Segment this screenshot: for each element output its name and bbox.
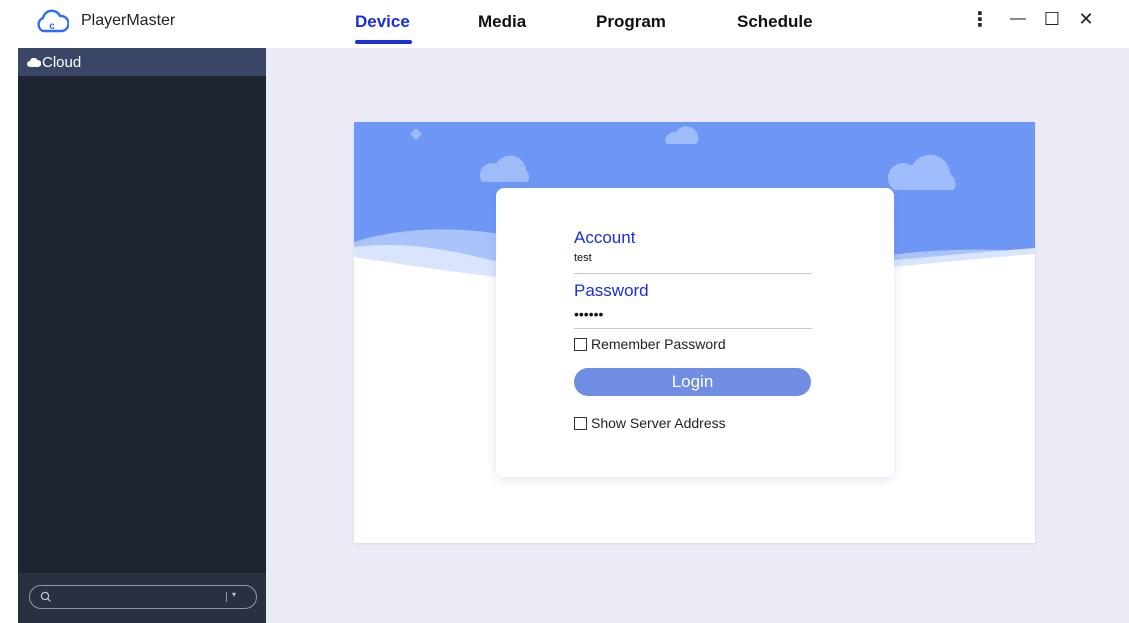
svg-text:c: c	[49, 21, 55, 32]
search-divider	[226, 592, 227, 602]
account-underline	[574, 273, 812, 274]
password-underline	[574, 328, 812, 329]
main-area: Account Password •••••• Remember Passwor…	[266, 48, 1129, 623]
password-field[interactable]: ••••••	[574, 306, 812, 322]
sidebar: Cloud ▾	[18, 48, 266, 623]
cloud-icon	[27, 58, 41, 67]
show-server-address-checkbox[interactable]: Show Server Address	[574, 415, 726, 431]
remember-password-label: Remember Password	[591, 336, 726, 352]
search-box[interactable]: ▾	[29, 585, 257, 609]
more-options-icon[interactable]: ⋮	[965, 6, 995, 32]
sidebar-item-cloud[interactable]: Cloud	[18, 48, 266, 76]
remember-password-checkbox[interactable]: Remember Password	[574, 336, 726, 352]
maximize-icon[interactable]: ☐	[1037, 6, 1067, 32]
login-card: Account Password •••••• Remember Passwor…	[496, 188, 894, 477]
chevron-down-icon[interactable]: ▾	[232, 590, 236, 599]
show-server-address-label: Show Server Address	[591, 415, 726, 431]
checkbox-icon[interactable]	[574, 416, 587, 430]
cloud-logo-icon: c	[37, 9, 69, 33]
login-panel: Account Password •••••• Remember Passwor…	[354, 122, 1035, 543]
active-tab-indicator	[355, 40, 412, 44]
tab-schedule[interactable]: Schedule	[737, 12, 813, 32]
tab-device[interactable]: Device	[355, 12, 410, 32]
checkbox-icon[interactable]	[574, 337, 587, 351]
account-field[interactable]	[574, 252, 812, 264]
minimize-icon[interactable]: —	[1003, 6, 1033, 32]
account-label: Account	[574, 228, 636, 247]
sidebar-item-label: Cloud	[42, 53, 82, 71]
tab-program[interactable]: Program	[596, 12, 666, 32]
search-icon	[40, 591, 51, 602]
password-label: Password	[574, 281, 649, 300]
search-input[interactable]	[54, 589, 214, 605]
app-name: PlayerMaster	[81, 12, 176, 29]
login-button[interactable]: Login	[574, 368, 811, 396]
close-icon[interactable]: ✕	[1071, 6, 1101, 32]
title-bar: c PlayerMaster Device Media Program Sche…	[0, 0, 1129, 44]
tab-media[interactable]: Media	[478, 12, 526, 32]
sidebar-footer: ▾	[18, 573, 266, 623]
